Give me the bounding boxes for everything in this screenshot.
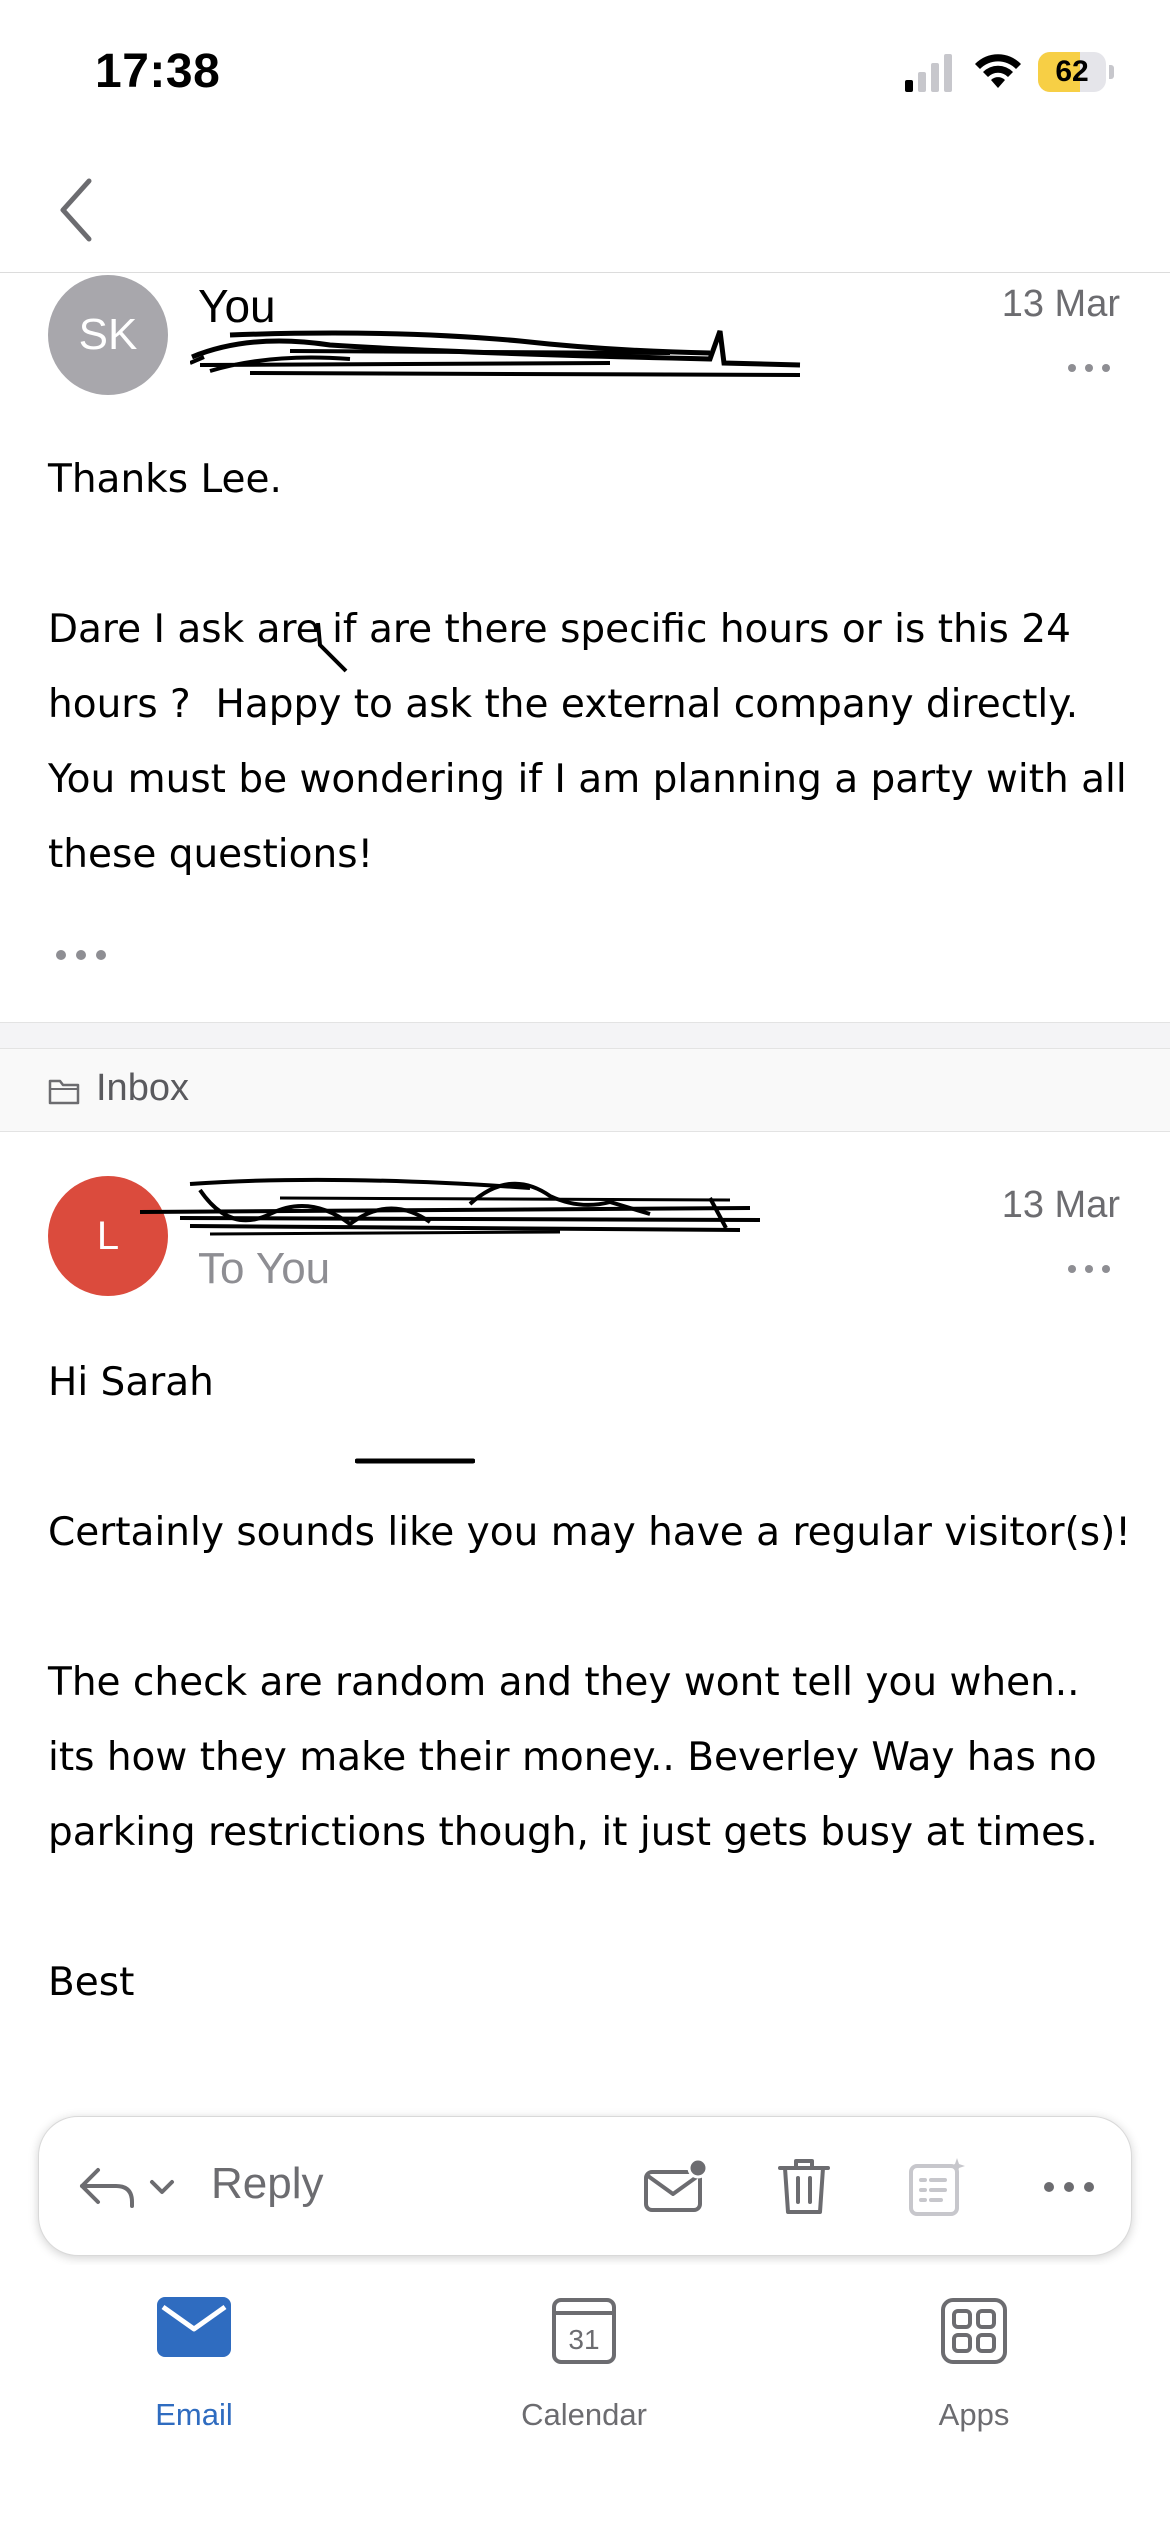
battery-icon: 62 [1038, 52, 1114, 92]
pen-mark [316, 622, 348, 673]
summarize-button[interactable] [903, 2151, 973, 2223]
tab-email[interactable]: Email [74, 2297, 314, 2447]
more-horizontal-icon [56, 950, 106, 960]
message-paragraph: The check are random and they wont tell … [48, 1660, 1110, 1855]
message-date: 13 Mar [1001, 1184, 1120, 1226]
tab-apps[interactable]: Apps [854, 2297, 1094, 2447]
message-header-2[interactable]: L To You 13 Mar [0, 1172, 1170, 1312]
calendar-icon: 31 [552, 2298, 616, 2364]
chevron-down-icon [150, 2180, 174, 2194]
calendar-day: 31 [568, 2324, 599, 2355]
mark-unread-button[interactable] [637, 2153, 713, 2221]
show-quoted-text-button[interactable] [55, 940, 115, 970]
folder-icon [48, 1079, 80, 1105]
message-paragraph: Certainly sounds like you may have a reg… [48, 1510, 1131, 1555]
recipient-line: To You [198, 1244, 331, 1293]
message-body-2: Hi Sarah Certainly sounds like you may h… [48, 1345, 1138, 2020]
folder-bar[interactable]: Inbox [0, 1048, 1170, 1132]
signal-icon [905, 54, 952, 92]
mail-icon [157, 2297, 231, 2357]
redaction-scribble [190, 330, 801, 377]
more-horizontal-icon [1068, 1265, 1110, 1273]
tab-label: Email [155, 2397, 233, 2432]
wifi-icon [975, 54, 1021, 88]
tab-label: Apps [938, 2397, 1010, 2432]
tab-label: Calendar [521, 2397, 647, 2432]
status-time: 17:38 [95, 45, 221, 98]
delete-button[interactable] [769, 2151, 839, 2223]
message-more-button[interactable] [1064, 353, 1114, 383]
message-paragraph: Dare I ask are if are there specific hou… [48, 607, 1140, 877]
nav-bar [0, 140, 1170, 273]
message-paragraph: Best [48, 1960, 135, 2005]
message-divider [0, 1022, 1170, 1048]
message-body-1: Thanks Lee. Dare I ask are if are there … [48, 442, 1138, 892]
back-button[interactable] [40, 170, 110, 250]
chevron-left-icon [60, 178, 92, 242]
message-more-button[interactable] [1064, 1254, 1114, 1284]
folder-label: Inbox [96, 1067, 189, 1109]
message-paragraph: Hi Sarah [48, 1360, 214, 1405]
pen-mark [355, 1458, 475, 1464]
message-paragraph: Thanks Lee. [48, 457, 282, 502]
more-icon [1044, 2182, 1094, 2192]
message-header-1[interactable]: SK You 13 Mar [0, 273, 1170, 413]
tab-bar: Email 31 Calendar Apps [0, 2265, 1170, 2532]
reply-button[interactable] [67, 2157, 187, 2217]
redaction-scribble [139, 1177, 761, 1236]
more-horizontal-icon [1068, 364, 1110, 372]
tab-calendar[interactable]: 31 Calendar [464, 2297, 704, 2447]
toolbar-more-button[interactable] [1039, 2167, 1099, 2207]
message-date: 13 Mar [1001, 283, 1120, 325]
mark-unread-icon [644, 2158, 708, 2212]
battery-percent: 62 [1055, 55, 1089, 88]
status-bar: 17:38 62 [0, 0, 1170, 140]
reply-label[interactable]: Reply [211, 2159, 324, 2209]
summarize-icon [909, 2158, 965, 2216]
apps-grid-icon [941, 2298, 1007, 2364]
reply-toolbar: Reply [38, 2116, 1132, 2256]
trash-icon [778, 2159, 830, 2214]
avatar: SK [48, 275, 168, 395]
reply-icon [80, 2168, 134, 2208]
